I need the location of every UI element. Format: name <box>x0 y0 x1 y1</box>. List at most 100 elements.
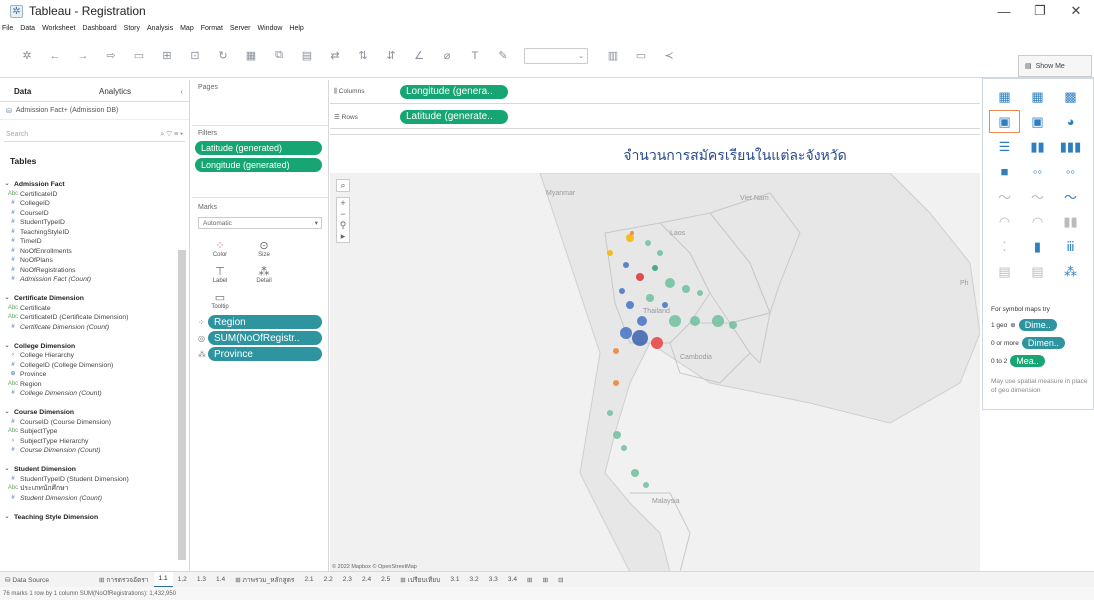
map-mark[interactable] <box>636 273 644 281</box>
field-item[interactable]: › SubjectType Hierarchy <box>0 437 178 447</box>
search-field[interactable]: Search ⌕ ▽ ≡ ▾ <box>4 128 185 142</box>
field-item[interactable]: ⊕ Province <box>0 370 178 380</box>
sheet-tab-2-4[interactable]: 2.4 <box>357 576 376 583</box>
highlight-icon[interactable]: ∠ <box>412 49 426 63</box>
field-item[interactable]: # Course Dimension (Count) <box>0 446 178 456</box>
search-map-icon[interactable]: ⌕ <box>336 179 350 192</box>
sort-desc-icon[interactable]: ⇵ <box>384 49 398 63</box>
menu-server[interactable]: Server <box>230 25 251 32</box>
new-dashboard-tab-icon[interactable]: ⊞ <box>538 576 554 584</box>
pill-province[interactable]: Province <box>208 347 322 361</box>
field-item[interactable]: # CollegeID <box>0 199 178 209</box>
map-mark[interactable] <box>669 315 681 327</box>
chart-type-option[interactable]: ▤ <box>989 260 1020 283</box>
chart-type-option[interactable]: ◦◦ <box>1022 160 1053 183</box>
field-item[interactable]: # CourseID <box>0 209 178 219</box>
pill-sum-registrations[interactable]: SUM(NoOfRegistr.. <box>208 331 322 345</box>
redo-icon[interactable]: ⇨ <box>104 49 118 63</box>
datasource-item[interactable]: ⛁ Admission Fact+ (Admission DB) <box>0 102 189 120</box>
rows-shelf[interactable]: ☰ Rows Latitude (generate.. <box>330 105 980 129</box>
tableau-home-icon[interactable]: ✲ <box>20 49 34 63</box>
map-mark[interactable] <box>651 337 663 349</box>
map-mark[interactable] <box>682 285 690 293</box>
table-group[interactable]: ⌄ Course Dimension <box>0 408 178 418</box>
map-mark[interactable] <box>630 231 634 235</box>
filter-longitude[interactable]: Longitude (generated) <box>195 158 322 172</box>
refresh-icon[interactable]: ↻ <box>216 49 230 63</box>
table-group[interactable]: ⌄ Student Dimension <box>0 465 178 475</box>
chart-type-option[interactable]: ▮▮▮ <box>1055 135 1086 158</box>
sheet-tab-1-2[interactable]: 1.2 <box>173 576 192 583</box>
chart-type-option[interactable]: ▣ <box>1022 110 1053 133</box>
field-item[interactable]: Abc Certificate <box>0 304 178 314</box>
tab-datasource[interactable]: ⛁ Data Source <box>0 576 54 584</box>
columns-pill[interactable]: Longitude (genera.. <box>400 84 508 99</box>
field-item[interactable]: # Admission Fact (Count) <box>0 275 178 285</box>
filter-latitude[interactable]: Latitude (generated) <box>195 141 322 155</box>
detail-button[interactable]: ⁂ Detail <box>242 261 286 287</box>
chart-type-option[interactable]: ◠ <box>989 210 1020 233</box>
field-item[interactable]: # CourseID (Course Dimension) <box>0 418 178 428</box>
map-mark[interactable] <box>637 316 647 326</box>
clear-sheet-icon[interactable]: ▤ <box>300 49 314 63</box>
map-mark[interactable] <box>631 469 639 477</box>
chart-type-option[interactable]: ⁂ <box>1055 260 1086 283</box>
chart-type-option[interactable]: ☰ <box>989 135 1020 158</box>
map-mark[interactable] <box>626 234 634 242</box>
sheet-tab-3-4[interactable]: 3.4 <box>503 576 522 583</box>
pages-card[interactable]: Pages <box>192 80 328 126</box>
size-button[interactable]: ⊙ Size <box>242 235 286 261</box>
map-mark[interactable] <box>645 240 651 246</box>
new-worksheet-icon[interactable]: ▦ <box>244 49 258 63</box>
label-button[interactable]: ⊤ Label <box>198 261 242 287</box>
chart-type-option[interactable]: ◦◦ <box>1055 160 1086 183</box>
menu-story[interactable]: Story <box>124 25 140 32</box>
table-group[interactable]: ⌄ Admission Fact <box>0 180 178 190</box>
forward-icon[interactable]: → <box>76 49 90 63</box>
map-mark[interactable] <box>621 445 627 451</box>
chart-type-option[interactable]: ▦ <box>1022 85 1053 108</box>
map-mark[interactable] <box>643 482 649 488</box>
presentation-icon[interactable]: ▭ <box>634 49 648 63</box>
map-mark[interactable] <box>613 348 619 354</box>
search-icon[interactable]: ⌕ ▽ ≡ ▾ <box>160 131 183 139</box>
sheet-tab-1-4[interactable]: 1.4 <box>211 576 230 583</box>
chart-type-option[interactable]: ⅲ <box>1055 235 1086 258</box>
color-button[interactable]: ⁘ Color <box>198 235 242 261</box>
field-item[interactable]: # NoOfRegistrations <box>0 266 178 276</box>
menu-window[interactable]: Window <box>258 25 283 32</box>
map-mark[interactable] <box>626 301 634 309</box>
map[interactable]: Myanmar Viet Nam Laos Thailand Cambodia … <box>330 173 980 572</box>
menu-format[interactable]: Format <box>201 25 223 32</box>
map-mark[interactable] <box>607 410 613 416</box>
mark-type-dropdown[interactable]: Automatic ▾ <box>198 217 322 229</box>
field-item[interactable]: # StudentTypeID <box>0 218 178 228</box>
map-mark[interactable] <box>620 327 632 339</box>
rows-pill[interactable]: Latitude (generate.. <box>400 109 508 124</box>
chart-type-option[interactable]: ▣ <box>989 110 1020 133</box>
field-item[interactable]: # Certificate Dimension (Count) <box>0 323 178 333</box>
new-story-tab-icon[interactable]: ⊟ <box>553 576 569 584</box>
map-mark[interactable] <box>690 316 700 326</box>
menu-help[interactable]: Help <box>289 25 303 32</box>
new-worksheet-tab-icon[interactable]: ⊞ <box>522 576 538 584</box>
chart-type-option[interactable]: ～ <box>1022 185 1053 208</box>
share-icon[interactable]: ≺ <box>662 49 676 63</box>
chart-type-option[interactable]: ▮ <box>1022 235 1053 258</box>
close-button[interactable]: ✕ <box>1058 0 1094 22</box>
chart-type-option[interactable]: ▩ <box>1055 85 1086 108</box>
map-mark[interactable] <box>652 265 658 271</box>
pill-region[interactable]: Region <box>208 315 322 329</box>
field-item[interactable]: # CollegeID (College Dimension) <box>0 361 178 371</box>
field-item[interactable]: # StudentTypeID (Student Dimension) <box>0 475 178 485</box>
map-mark[interactable] <box>632 330 648 346</box>
new-datasource-icon[interactable]: ⊞ <box>160 49 174 63</box>
map-mark[interactable] <box>613 380 619 386</box>
sheet-tab-2-2[interactable]: 2.2 <box>319 576 338 583</box>
chart-type-option[interactable]: ◠ <box>1022 210 1053 233</box>
field-item[interactable]: # TimeID <box>0 237 178 247</box>
pause-updates-icon[interactable]: ⊡ <box>188 49 202 63</box>
field-item[interactable]: # NoOfEnrollments <box>0 247 178 257</box>
sheet-tab-3-2[interactable]: 3.2 <box>465 576 484 583</box>
chart-type-option[interactable]: ▮▮ <box>1055 210 1086 233</box>
